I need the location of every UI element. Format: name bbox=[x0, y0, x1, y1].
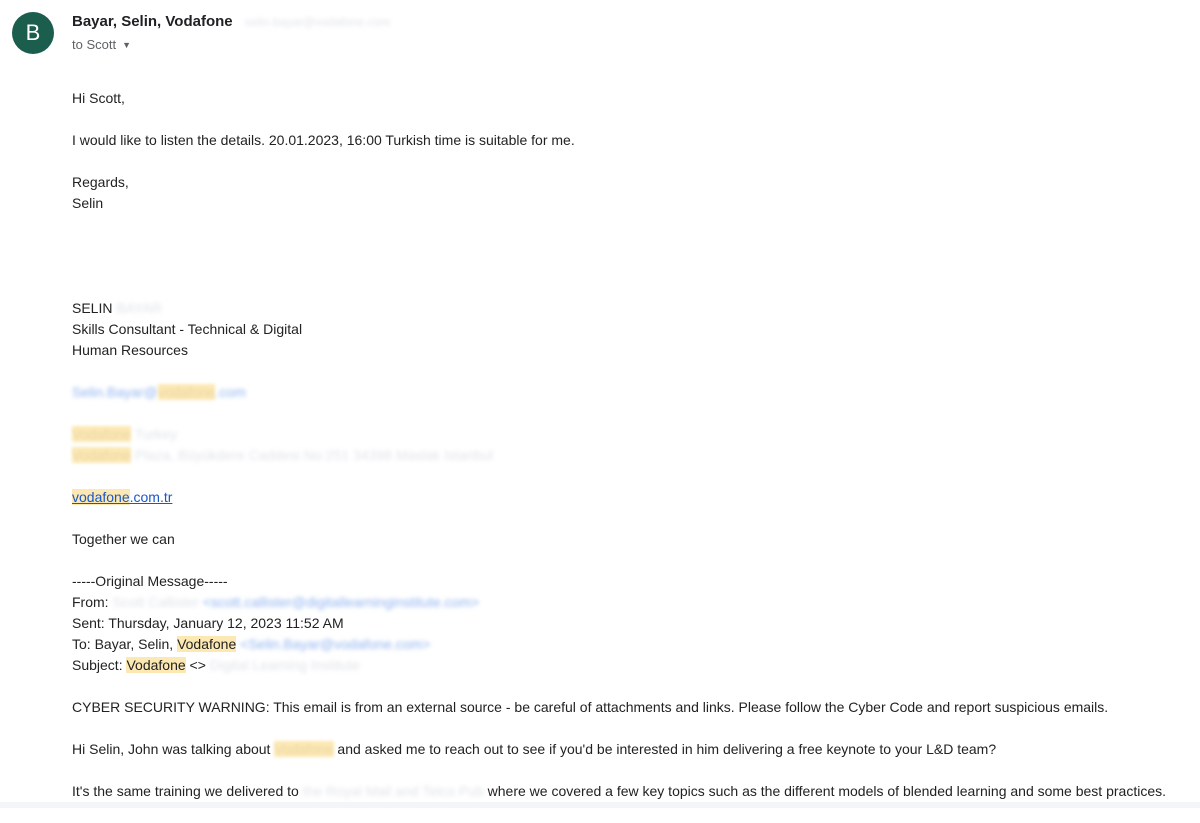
signature-slogan: Together we can bbox=[72, 531, 175, 547]
p1-start: Hi Selin, John was talking about bbox=[72, 741, 275, 757]
signature-website[interactable]: vodafone.com.tr bbox=[72, 487, 1180, 508]
sender-line: Bayar, Selin, Vodafone selin.bayar@vodaf… bbox=[72, 13, 390, 30]
original-paragraph-2: It's the same training we delivered to t… bbox=[72, 781, 1180, 802]
signature-company-suffix: Turkey bbox=[131, 426, 178, 442]
from-name: Scott Callister bbox=[112, 594, 199, 610]
original-message-header: -----Original Message----- From: Scott C… bbox=[72, 571, 1180, 676]
sender-email: selin.bayar@vodafone.com bbox=[244, 15, 391, 29]
signature-title: Skills Consultant - Technical & Digital bbox=[72, 321, 303, 337]
sent-label: Sent: bbox=[72, 615, 109, 631]
from-email[interactable]: <scott.callister@digitallearninginstitut… bbox=[203, 594, 479, 610]
reply-message: I would like to listen the details. 20.0… bbox=[72, 132, 575, 148]
p2-blurred: the Royal Mail and Telco Pub bbox=[302, 783, 484, 799]
original-sent: Sent: Thursday, January 12, 2023 11:52 A… bbox=[72, 613, 1180, 634]
chevron-down-icon[interactable]: ▼ bbox=[122, 40, 131, 50]
signature-email[interactable]: Selin.Bayar@vodafone.com bbox=[72, 382, 1180, 403]
signature-email-user[interactable]: Selin.Bayar@ bbox=[72, 384, 158, 400]
p1-end: and asked me to reach out to see if you'… bbox=[333, 741, 997, 757]
signature-address-brand: Vodafone bbox=[72, 447, 132, 463]
original-subject: Subject: Vodafone <> Digital Learning In… bbox=[72, 655, 1180, 676]
to-label: To: bbox=[72, 636, 95, 652]
sent-value: Thursday, January 12, 2023 11:52 AM bbox=[108, 615, 344, 631]
signature-first-name: SELIN bbox=[72, 300, 113, 316]
email-body: Hi Scott, I would like to listen the det… bbox=[72, 88, 1180, 823]
signature-surname: BAYAR bbox=[116, 300, 162, 316]
closing-block: Regards, Selin bbox=[72, 172, 1180, 214]
signature-email-brand[interactable]: vodafone bbox=[157, 384, 216, 400]
to-brand: Vodafone bbox=[177, 636, 237, 652]
subject-sep: <> bbox=[185, 657, 210, 673]
sender-name: Bayar, Selin, Vodafone bbox=[72, 13, 233, 30]
p1-brand: Vodafone bbox=[274, 741, 334, 757]
website-brand[interactable]: vodafone bbox=[72, 489, 130, 505]
original-separator: -----Original Message----- bbox=[72, 573, 228, 589]
signature-block: SELIN BAYAR Skills Consultant - Technica… bbox=[72, 298, 1180, 361]
to-name: Bayar, Selin, bbox=[94, 636, 178, 652]
greeting: Hi Scott, bbox=[72, 90, 125, 106]
p2-end: where we covered a few key topics such a… bbox=[483, 783, 1166, 799]
subject-label: Subject: bbox=[72, 657, 127, 673]
recipient-details-toggle[interactable]: to Scott ▼ bbox=[72, 37, 131, 52]
signature-company: Vodafone Turkey bbox=[72, 424, 1180, 445]
subject-brand: Vodafone bbox=[126, 657, 186, 673]
recipient-label: to Scott bbox=[72, 37, 117, 52]
from-label: From: bbox=[72, 594, 113, 610]
original-from: From: Scott Callister <scott.callister@d… bbox=[72, 592, 1180, 613]
closing-name: Selin bbox=[72, 195, 104, 211]
bottom-edge bbox=[0, 802, 1200, 808]
signature-address: Vodafone Plaza, Büyükdere Caddesi No:251… bbox=[72, 445, 1180, 466]
security-warning: CYBER SECURITY WARNING: This email is fr… bbox=[72, 699, 1109, 715]
signature-department: Human Resources bbox=[72, 342, 188, 358]
subject-rest: Digital Learning Institute bbox=[209, 657, 360, 673]
signature-email-tld[interactable]: .com bbox=[215, 384, 245, 400]
website-tld[interactable]: .com.tr bbox=[130, 489, 173, 505]
signature-company-brand: Vodafone bbox=[72, 426, 132, 442]
to-email[interactable]: <Selin.Bayar@vodafone.com> bbox=[240, 636, 430, 652]
signature-address-block: Vodafone Turkey Vodafone Plaza, Büyükder… bbox=[72, 424, 1180, 466]
original-paragraph-1: Hi Selin, John was talking about Vodafon… bbox=[72, 739, 1180, 760]
closing: Regards, bbox=[72, 174, 129, 190]
avatar[interactable]: B bbox=[12, 12, 54, 54]
website-link[interactable]: vodafone.com.tr bbox=[72, 489, 172, 505]
p2-start: It's the same training we delivered to bbox=[72, 783, 303, 799]
original-to: To: Bayar, Selin, Vodafone <Selin.Bayar@… bbox=[72, 634, 1180, 655]
signature-address-rest: Plaza, Büyükdere Caddesi No:251 34398 Ma… bbox=[131, 447, 494, 463]
signature-name-line: SELIN BAYAR bbox=[72, 298, 1180, 319]
